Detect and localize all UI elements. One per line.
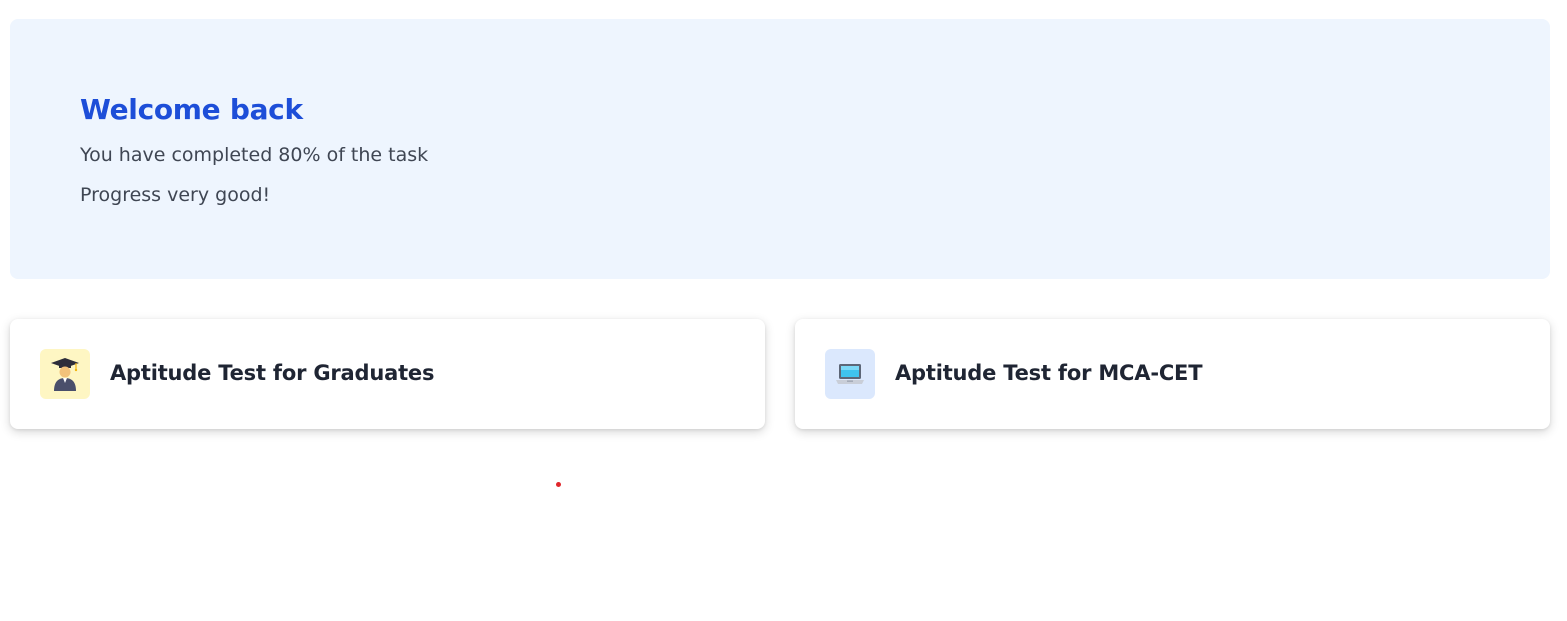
progress-status-text: Progress very good! [80,184,271,206]
progress-text: You have completed 80% of the task [80,144,429,166]
laptop-icon [825,349,875,399]
test-card-label: Aptitude Test for Graduates [110,361,435,385]
welcome-title: Welcome back [80,93,303,126]
red-dot-indicator [556,482,561,487]
graduate-icon [40,349,90,399]
welcome-banner: Welcome back You have completed 80% of t… [10,19,1550,279]
test-card-mca-cet[interactable]: Aptitude Test for MCA-CET [795,319,1550,429]
test-card-graduates[interactable]: Aptitude Test for Graduates [10,319,765,429]
test-card-label: Aptitude Test for MCA-CET [895,361,1203,385]
